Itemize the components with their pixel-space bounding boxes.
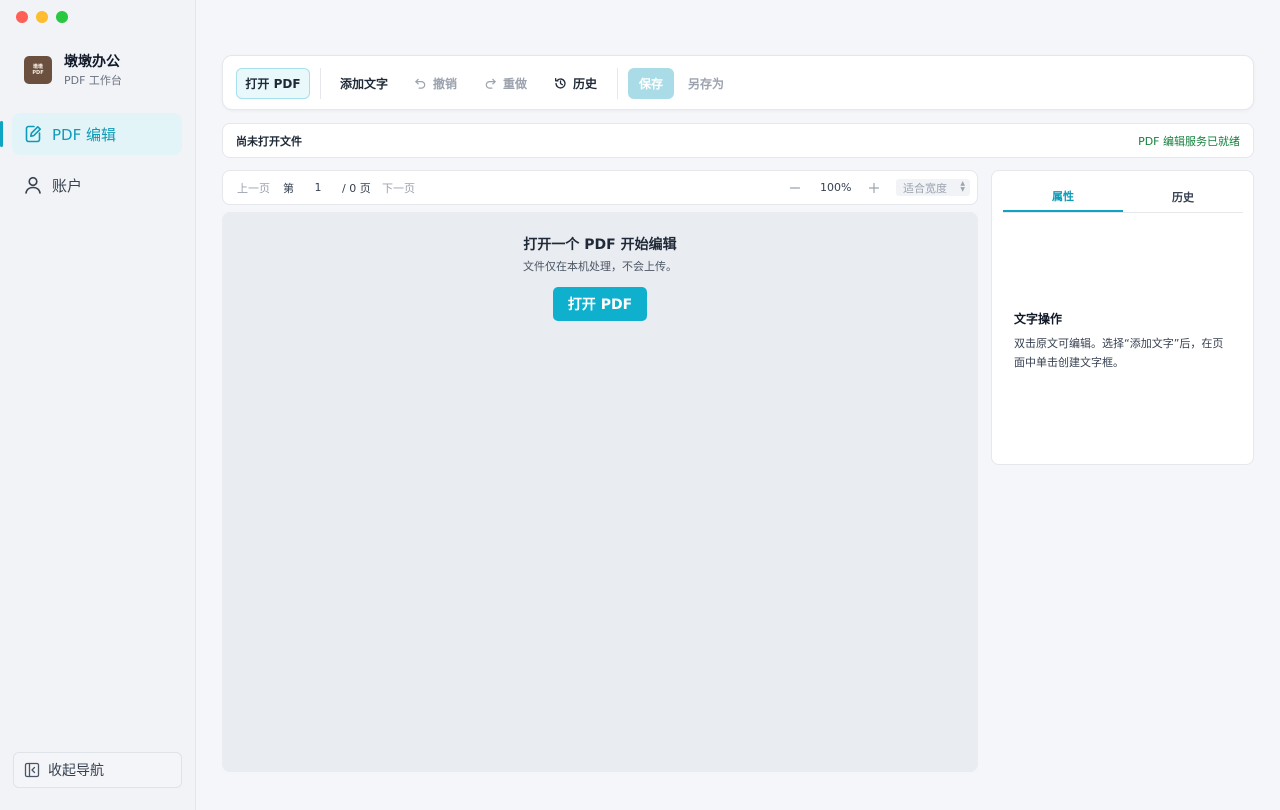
open-pdf-cta-button[interactable]: 打开 PDF [553, 287, 647, 321]
page-prefix-label: 第 [283, 181, 294, 195]
file-info-bar: 尚未打开文件 PDF 编辑服务已就绪 [222, 123, 1254, 158]
close-window-button[interactable] [16, 11, 28, 23]
window-controls [16, 11, 68, 23]
toolbar-divider [617, 68, 618, 99]
empty-state-title: 打开一个 PDF 开始编辑 [523, 237, 677, 253]
toolbar: 打开 PDF 添加文字 撤销 重做 历史 保存 另存为 [222, 55, 1254, 110]
collapse-nav-label: 收起导航 [48, 763, 104, 779]
redo-button[interactable]: 重做 [484, 68, 527, 99]
fit-mode-value: 适合宽度 [903, 181, 947, 195]
minus-icon [789, 186, 801, 189]
service-status-text: PDF 编辑服务已就绪 [1138, 134, 1240, 148]
fit-mode-select[interactable]: 适合宽度 ▲ ▼ [896, 179, 970, 196]
minimize-window-button[interactable] [36, 11, 48, 23]
file-status-text: 尚未打开文件 [236, 134, 302, 148]
zoom-window-button[interactable] [56, 11, 68, 23]
document-canvas[interactable]: 打开一个 PDF 开始编辑 文件仅在本机处理，不会上传。 打开 PDF [222, 212, 978, 772]
undo-icon [415, 78, 426, 89]
properties-panel: 属性 历史 文字操作 双击原文可编辑。选择“添加文字”后，在页面中单击创建文字框… [991, 170, 1254, 465]
history-button[interactable]: 历史 [554, 68, 597, 99]
sidebar-item-pdf-edit[interactable]: PDF 编辑 [0, 113, 182, 155]
main-area: 打开 PDF 添加文字 撤销 重做 历史 保存 另存为 尚未打开文件 PDF 编… [196, 0, 1280, 810]
page-number-input[interactable] [304, 177, 332, 198]
next-page-button[interactable]: 下一页 [382, 171, 415, 204]
plus-icon [868, 182, 880, 193]
collapse-nav-button[interactable]: 收起导航 [13, 752, 182, 788]
panel-tabs: 属性 历史 [1003, 181, 1243, 213]
save-as-button[interactable]: 另存为 [688, 68, 724, 99]
panel-section-title: 文字操作 [1014, 312, 1063, 326]
history-clock-icon [555, 78, 566, 89]
sidebar: 墩墩 PDF 墩墩办公 PDF 工作台 PDF 编辑 账户 收起导航 [0, 0, 196, 810]
save-button[interactable]: 保存 [628, 68, 674, 99]
page-navigation-bar: 上一页 第 / 0 页 下一页 100% 适合宽度 ▲▼ [222, 170, 978, 205]
tab-properties[interactable]: 属性 [1003, 181, 1123, 212]
edit-document-icon [25, 125, 41, 143]
sidebar-item-label: PDF 编辑 [52, 125, 116, 144]
empty-state-subtitle: 文件仅在本机处理，不会上传。 [523, 260, 677, 273]
user-icon [25, 176, 41, 194]
app-window: 墩墩 PDF 墩墩办公 PDF 工作台 PDF 编辑 账户 收起导航 打开 PD… [0, 0, 1280, 810]
sidebar-item-label: 账户 [52, 176, 83, 195]
add-text-button[interactable]: 添加文字 [340, 68, 388, 99]
zoom-level: 100% [820, 181, 852, 194]
active-indicator [0, 121, 3, 147]
prev-page-button[interactable]: 上一页 [237, 171, 270, 204]
tab-history[interactable]: 历史 [1123, 181, 1243, 212]
app-name: 墩墩办公 [64, 54, 120, 70]
collapse-sidebar-icon [24, 762, 40, 778]
zoom-in-button[interactable] [868, 171, 880, 204]
redo-icon [485, 78, 496, 89]
zoom-out-button[interactable] [789, 171, 801, 204]
empty-state: 打开一个 PDF 开始编辑 文件仅在本机处理，不会上传。 打开 PDF [222, 236, 978, 321]
app-logo-icon: 墩墩 PDF [24, 56, 52, 84]
app-subtitle: PDF 工作台 [64, 74, 122, 87]
toolbar-divider [320, 68, 321, 99]
sidebar-item-account[interactable]: 账户 [12, 164, 182, 206]
total-pages-label: / 0 页 [342, 181, 371, 195]
select-arrows-icon: ▲ ▼ [960, 180, 965, 193]
undo-button[interactable]: 撤销 [414, 68, 457, 99]
panel-section-description: 双击原文可编辑。选择“添加文字”后，在页面中单击创建文字框。 [1014, 337, 1224, 369]
open-pdf-button[interactable]: 打开 PDF [236, 68, 310, 99]
brand: 墩墩 PDF 墩墩办公 PDF 工作台 [24, 53, 122, 87]
